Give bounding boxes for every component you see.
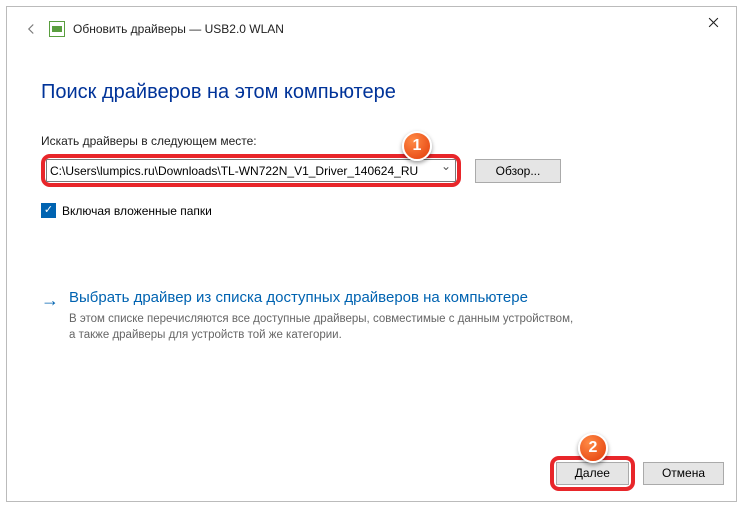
driver-icon xyxy=(49,21,65,37)
highlight-1: C:\Users\lumpics.ru\Downloads\TL-WN722N_… xyxy=(41,154,461,187)
driver-path-value: C:\Users\lumpics.ru\Downloads\TL-WN722N_… xyxy=(50,164,418,178)
titlebar: Обновить драйверы — USB2.0 WLAN xyxy=(7,7,736,51)
path-row: C:\Users\lumpics.ru\Downloads\TL-WN722N_… xyxy=(41,154,702,187)
browse-button[interactable]: Обзор... xyxy=(475,159,561,183)
include-subfolders-checkbox[interactable]: ✓ xyxy=(41,203,56,218)
close-button[interactable] xyxy=(690,7,736,37)
driver-path-combobox[interactable]: C:\Users\lumpics.ru\Downloads\TL-WN722N_… xyxy=(46,159,456,182)
pick-from-list-option[interactable]: → Выбрать драйвер из списка доступных др… xyxy=(41,288,581,343)
next-button[interactable]: Далее xyxy=(556,462,629,485)
path-label: Искать драйверы в следующем месте: xyxy=(41,134,702,148)
option-description: В этом списке перечисляются все доступны… xyxy=(69,311,581,343)
include-subfolders-label: Включая вложенные папки xyxy=(62,204,212,218)
footer: Далее Отмена xyxy=(7,445,736,501)
arrow-right-icon: → xyxy=(41,288,59,311)
annotation-badge-2: 2 xyxy=(578,433,608,463)
driver-update-window: Обновить драйверы — USB2.0 WLAN Поиск др… xyxy=(6,6,737,502)
window-title: Обновить драйверы — USB2.0 WLAN xyxy=(73,22,284,36)
cancel-button[interactable]: Отмена xyxy=(643,462,724,485)
annotation-badge-1: 1 xyxy=(402,131,432,161)
option-title: Выбрать драйвер из списка доступных драй… xyxy=(69,288,581,308)
page-heading: Поиск драйверов на этом компьютере xyxy=(41,81,702,104)
include-subfolders-row: ✓ Включая вложенные папки xyxy=(41,203,702,218)
content-area: Поиск драйверов на этом компьютере Искат… xyxy=(7,51,736,445)
back-icon[interactable] xyxy=(21,19,41,39)
